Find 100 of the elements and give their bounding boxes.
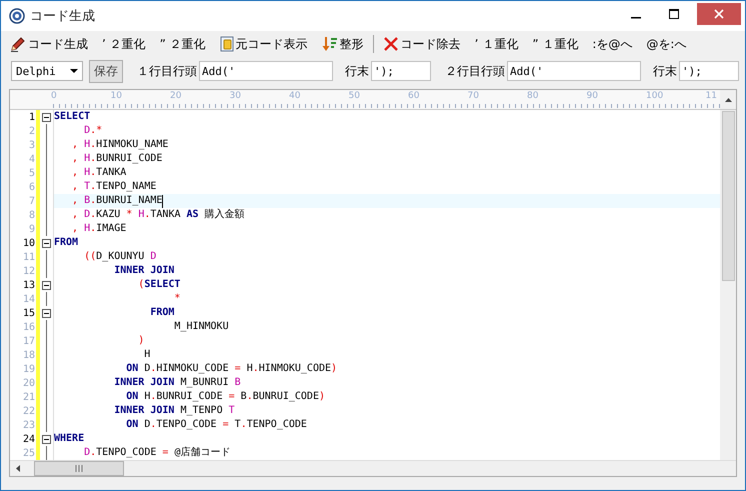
code-line: , H.IMAGE [71, 222, 126, 236]
line-number: 7 [28, 196, 35, 206]
scrollbar-thumb[interactable] [722, 111, 734, 281]
line-number: 18 [22, 350, 35, 360]
maximize-icon [669, 9, 679, 19]
collapse-icon[interactable] [42, 112, 51, 122]
text-field[interactable]: Add(' [199, 61, 333, 81]
field-label: １行目行頭 [137, 62, 197, 80]
ruler-number: 60 [408, 91, 420, 101]
left-arrow-icon [16, 465, 20, 472]
minimize-icon [631, 17, 641, 19]
language-dropdown[interactable]: Delphi [11, 61, 83, 81]
code-line: M_HINMOKU [173, 320, 229, 334]
line-number: 23 [22, 420, 35, 430]
line-number: 25 [22, 448, 35, 458]
ruler-number: 40 [289, 91, 300, 101]
line-number: 9 [28, 224, 35, 234]
close-button[interactable] [697, 3, 741, 25]
line-number: 20 [22, 378, 35, 388]
line-number: 19 [22, 364, 35, 374]
line-number: 24 [22, 434, 35, 444]
line-number: 17 [22, 336, 35, 346]
collapse-icon[interactable] [42, 280, 51, 290]
save-button[interactable]: 保存 [88, 60, 123, 82]
toolbar-button[interactable]: コード除去 [380, 36, 464, 52]
toolbar-button[interactable]: @を:へ [643, 36, 690, 52]
code-line: WHERE [54, 432, 84, 446]
sort-icon [322, 36, 338, 52]
text-field[interactable]: '); [679, 61, 739, 81]
ruler-number: 50 [348, 91, 360, 101]
code-line: , B.BUNRUI_NAME [71, 194, 162, 208]
pencil-icon [10, 36, 26, 52]
code-line: H [143, 348, 150, 362]
code-line: SELECT [54, 110, 90, 124]
grip-icon [75, 465, 83, 472]
code-line: INNER JOIN [113, 264, 174, 278]
code-line: * [173, 292, 180, 306]
code-line: FROM [54, 236, 78, 250]
collapse-icon[interactable] [42, 308, 51, 318]
toolbar-button[interactable]: 整形 [318, 36, 367, 52]
code-line: ON H.BUNRUI_CODE = B.BUNRUI_CODE) [125, 390, 325, 404]
toolbar-button[interactable]: ” １重化 [529, 36, 582, 52]
line-number: 21 [22, 392, 35, 402]
line-number: 6 [28, 182, 35, 192]
horizontal-scrollbar[interactable] [10, 460, 736, 476]
field-label: 行末 [653, 62, 677, 80]
code-line: INNER JOIN M_BUNRUI B [113, 376, 241, 390]
close-icon [714, 9, 724, 19]
code-line: D.TENPO_CODE = @店舗コード [83, 446, 230, 460]
text-field[interactable]: '); [371, 61, 431, 81]
toolbar-button[interactable]: ’ ２重化 [99, 36, 149, 52]
ruler-number: 80 [527, 91, 538, 101]
ruler-number: 11 [706, 91, 717, 101]
code-line: , H.HINMOKU_NAME [71, 138, 168, 152]
field-label: ２行目行頭 [445, 62, 505, 80]
line-number: 13 [22, 280, 35, 290]
ruler-number: 100 [646, 91, 664, 101]
ruler-number: 70 [468, 91, 479, 101]
code-line: ON D.HINMOKU_CODE = H.HINMOKU_CODE) [125, 362, 338, 376]
line-number: 8 [28, 210, 35, 220]
close-icon [382, 36, 399, 52]
text-field[interactable]: Add(' [507, 61, 641, 81]
code-line: ) [137, 334, 144, 348]
code-line: ON D.TENPO_CODE = T.TENPO_CODE [125, 418, 307, 432]
line-number: 16 [22, 322, 35, 332]
ruler-number: 0 [51, 91, 57, 101]
ruler-number: 30 [230, 91, 241, 101]
app-icon [9, 8, 25, 24]
collapse-icon[interactable] [42, 238, 51, 248]
code-line: , H.TANKA [71, 166, 126, 180]
toolbar-button[interactable]: 元コード表示 [216, 36, 311, 52]
code-line: INNER JOIN M_TENPO T [113, 404, 235, 418]
ruler-number: 20 [170, 91, 182, 101]
toolbar-button[interactable]: ” ２重化 [156, 36, 209, 52]
line-number: 3 [28, 140, 35, 150]
field-label: 行末 [345, 62, 369, 80]
toolbar-button[interactable]: ’ １重化 [472, 36, 522, 52]
ruler-number: 90 [586, 91, 598, 101]
code-line: , D.KAZU * H.TANKA AS 購入金額 [71, 208, 245, 222]
collapse-icon[interactable] [42, 434, 51, 444]
toolbar-button[interactable]: コード生成 [7, 36, 91, 52]
line-number: 2 [28, 126, 35, 136]
line-number: 10 [22, 238, 35, 248]
code-line: , H.BUNRUI_CODE [71, 152, 162, 166]
scroll-up-button[interactable] [720, 90, 736, 109]
window-title: コード生成 [30, 8, 96, 25]
text-cursor [162, 194, 164, 208]
line-number: 12 [22, 266, 35, 276]
line-number: 22 [22, 406, 35, 416]
ruler-number: 10 [110, 91, 122, 101]
line-number: 5 [28, 168, 35, 178]
code-line: , T.TENPO_NAME [71, 180, 156, 194]
caret-icon [70, 69, 78, 73]
vertical-scrollbar[interactable] [720, 110, 736, 460]
line-number: 1 [28, 112, 35, 122]
toolbar-button[interactable]: :を@へ [589, 36, 636, 52]
line-number: 11 [22, 252, 35, 262]
line-number: 15 [22, 308, 35, 318]
code-line: FROM [149, 306, 174, 320]
scrollbar-thumb[interactable] [34, 461, 124, 476]
